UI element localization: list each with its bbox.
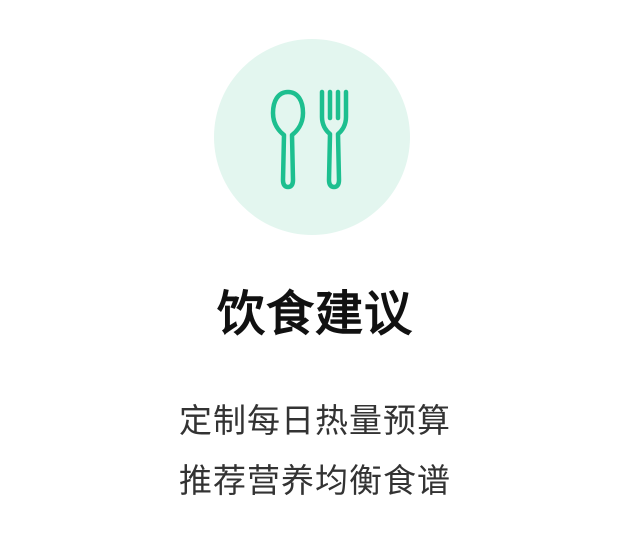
spoon-icon [270, 89, 306, 190]
utensils-icon [270, 89, 349, 190]
fork-icon [319, 89, 349, 190]
feature-title: 饮食建议 [216, 286, 413, 342]
diet-advice-card: 饮食建议 定制每日热量预算 推荐营养均衡食谱 [0, 0, 630, 560]
feature-description-line-2: 推荐营养均衡食谱 [179, 461, 451, 500]
icon-badge [214, 39, 410, 235]
feature-description-line-1: 定制每日热量预算 [179, 401, 451, 440]
